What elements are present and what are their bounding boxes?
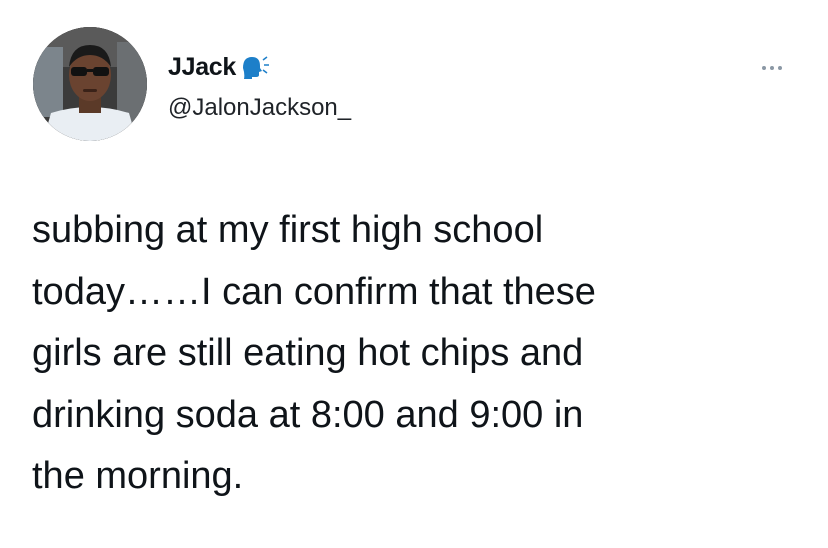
display-name[interactable]: JJack xyxy=(168,53,236,82)
more-dot xyxy=(778,66,782,70)
tweet-text-line: subbing at my first high school xyxy=(32,209,544,251)
more-dot xyxy=(762,66,766,70)
more-options-icon[interactable] xyxy=(754,58,790,78)
avatar[interactable] xyxy=(33,27,147,141)
speaking-head-icon xyxy=(240,54,270,80)
tweet-card: JJack @JalonJackson_ subbing at my first… xyxy=(0,0,828,548)
tweet-text-line: the morning. xyxy=(32,455,244,497)
more-dot xyxy=(770,66,774,70)
tweet-text-line: today……I can confirm that these xyxy=(32,270,596,313)
profile-photo xyxy=(33,27,147,141)
user-handle[interactable]: @JalonJackson_ xyxy=(168,94,351,122)
tweet-text-line: girls are still eating hot chips and xyxy=(32,332,584,374)
user-info: JJack @JalonJackson_ xyxy=(168,52,351,122)
tweet-text-line: drinking soda at 8:00 and 9:00 in xyxy=(32,393,584,436)
name-row: JJack xyxy=(168,52,351,82)
tweet-text: subbing at my first high school today……I… xyxy=(32,200,792,508)
